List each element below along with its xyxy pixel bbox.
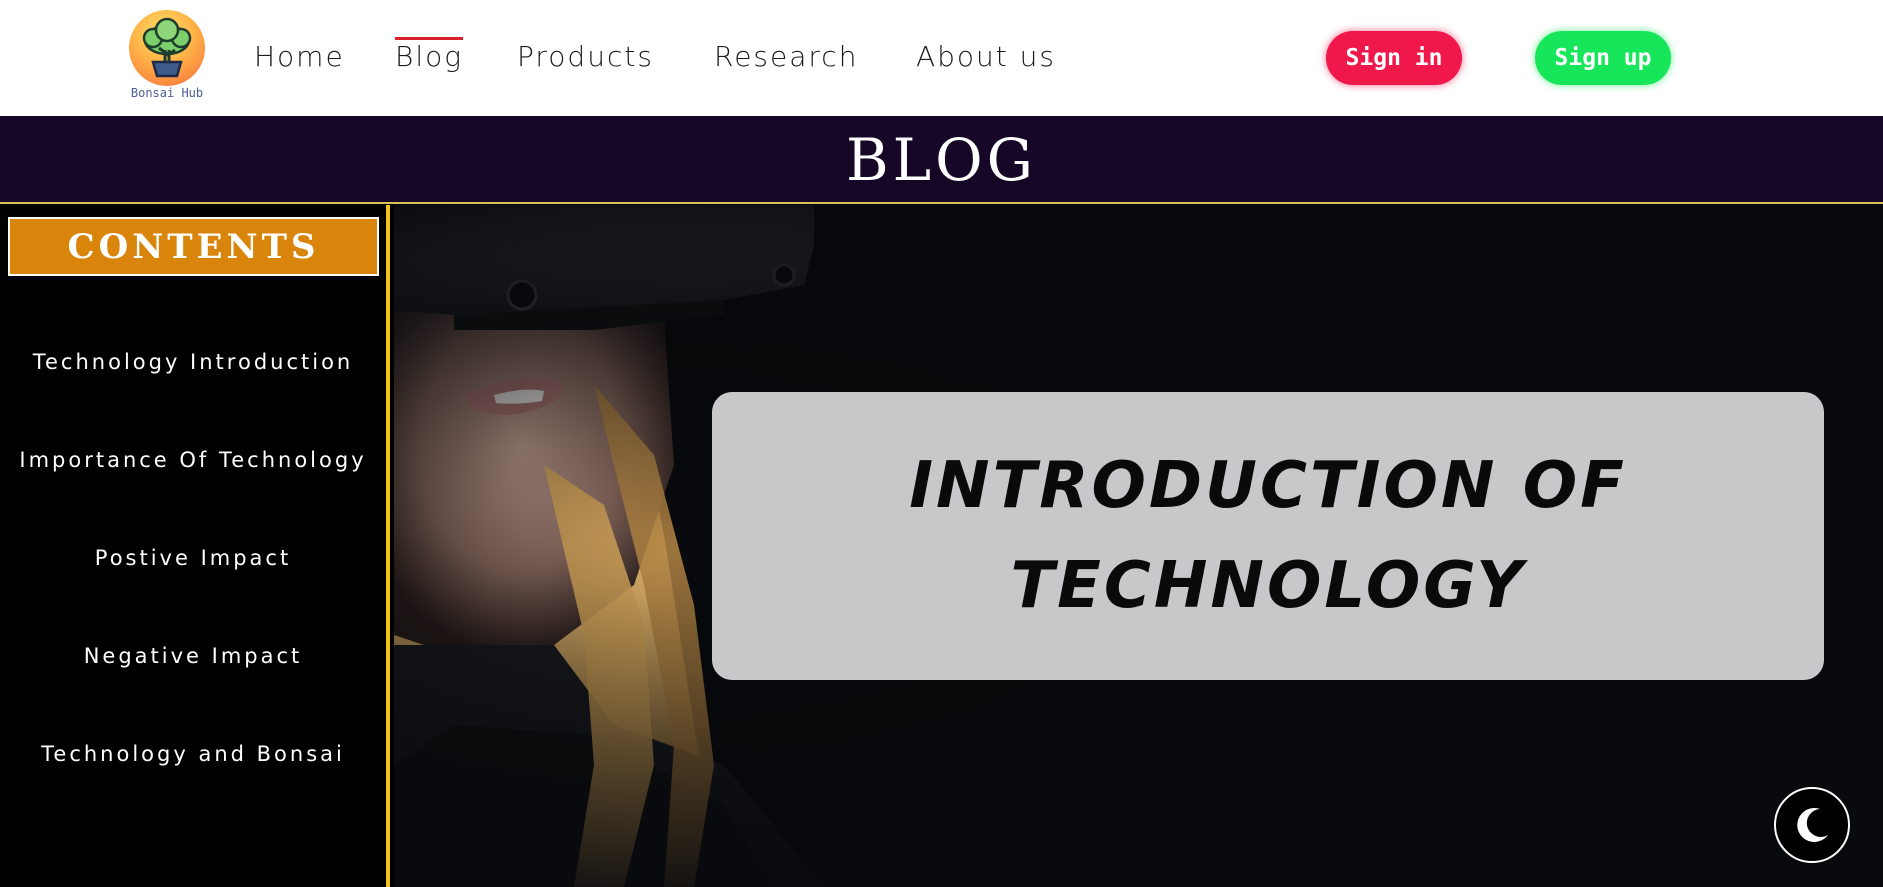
brand-logo[interactable]: Bonsai Hub [124,10,210,104]
nav-home[interactable]: Home [254,40,345,73]
moon-icon [1797,807,1828,842]
nav-about-us[interactable]: About us [916,40,1056,73]
nav-research[interactable]: Research [714,40,858,73]
sign-up-button[interactable]: Sign up [1535,31,1671,85]
hero-title-card: INTRODUCTION OF TECHNOLOGY [712,392,1824,680]
toc-item-technology-and-bonsai[interactable]: Technology and Bonsai [0,742,386,766]
blog-banner: BLOG [0,116,1883,204]
hero-title-line-2: TECHNOLOGY [1010,549,1526,623]
toc-item-technology-introduction[interactable]: Technology Introduction [0,350,386,374]
hero-title-line-1: INTRODUCTION OF [909,449,1627,523]
nav-blog[interactable]: Blog [395,37,464,73]
nav-products[interactable]: Products [517,40,654,73]
page-title: BLOG [845,126,1038,194]
contents-heading-box: CONTENTS [8,217,379,276]
contents-heading: CONTENTS [67,226,320,267]
dark-mode-toggle[interactable] [1774,787,1850,863]
contents-sidebar: CONTENTS Technology Introduction Importa… [0,205,390,887]
hero-section: INTRODUCTION OF TECHNOLOGY [394,205,1883,887]
toc-item-importance-of-technology[interactable]: Importance Of Technology [0,448,386,472]
bonsai-tree-icon [129,10,205,86]
site-header: Bonsai Hub Home Blog Products Research A… [0,0,1883,116]
sign-in-button[interactable]: Sign in [1326,31,1462,85]
hero-title: INTRODUCTION OF TECHNOLOGY [858,436,1678,636]
brand-name: Bonsai Hub [130,86,204,100]
toc-item-negative-impact[interactable]: Negative Impact [0,644,386,668]
toc-item-positive-impact[interactable]: Postive Impact [0,546,386,570]
